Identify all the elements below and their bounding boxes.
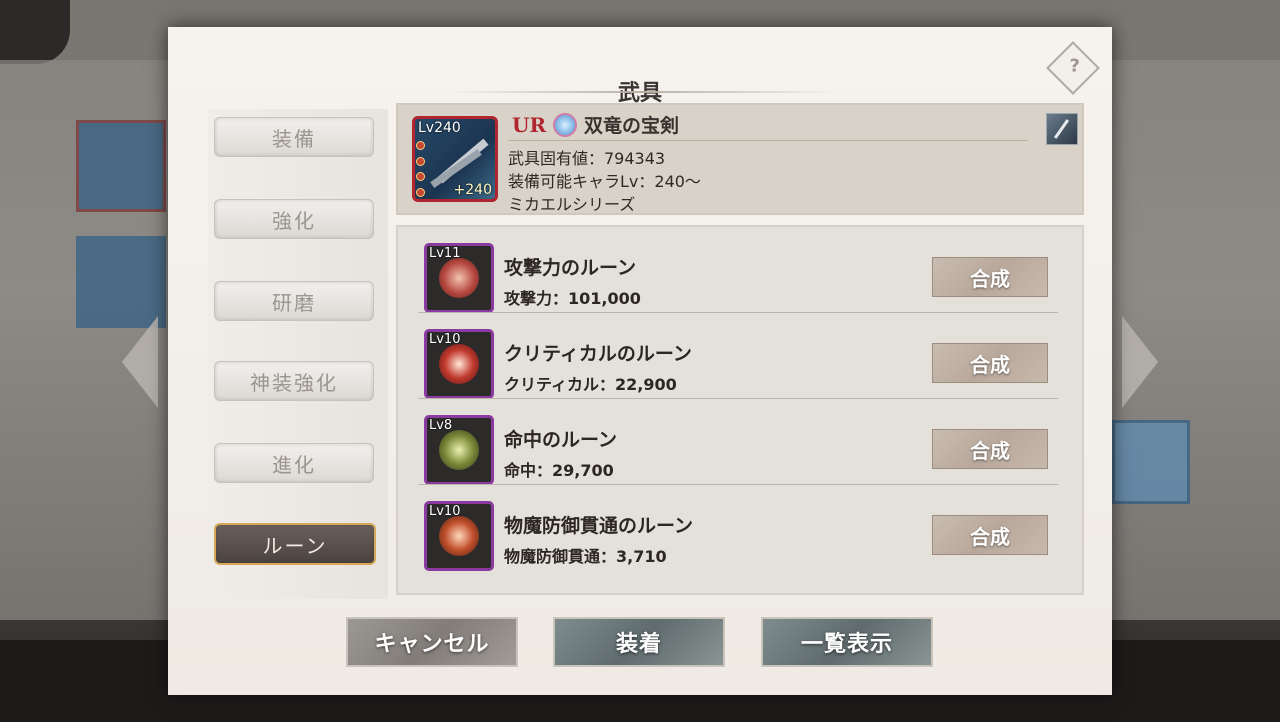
weapon-name: 双竜の宝剣 [584,115,680,137]
rune-accuracy-icon[interactable]: Lv8 [424,415,494,485]
rune-row: Lv10 クリティカルのルーン クリティカル：22,900 合成 [398,313,1082,399]
rune-level: Lv8 [429,418,453,433]
weapon-divider [508,140,1028,141]
weapon-equip-level: 装備可能キャラLv：240～ [508,172,701,191]
equip-button[interactable]: 装着 [553,617,725,667]
tab-divine-enhance[interactable]: 神装強化 [214,361,374,401]
title-divider [448,91,838,93]
element-orb-icon [553,113,577,137]
background-avatar [0,0,70,64]
gem-slots [416,141,425,197]
rune-name: 攻撃力のルーン [504,257,637,279]
weapon-plus: +240 [453,182,492,198]
weapon-level: Lv240 [418,120,461,136]
combine-button[interactable]: 合成 [932,515,1048,555]
combine-button[interactable]: 合成 [932,429,1048,469]
weapon-dialog: 武具 ? 装備 強化 研磨 神装強化 進化 ルーン Lv240 +240 UR … [168,27,1112,695]
combine-button[interactable]: 合成 [932,257,1048,297]
help-icon: ? [1069,55,1080,77]
rune-name: 命中のルーン [504,429,618,451]
weapon-unique-value: 武具固有値：794343 [508,149,666,168]
rune-stat: 命中：29,700 [504,461,614,480]
rune-level: Lv10 [429,332,461,347]
tab-polish[interactable]: 研磨 [214,281,374,321]
rune-stat: 物魔防御貫通：3,710 [504,547,667,566]
list-view-button[interactable]: 一覧表示 [761,617,933,667]
background-card [76,120,166,212]
sword-icon [1046,113,1078,145]
rune-name: クリティカルのルーン [504,343,692,365]
tab-rune[interactable]: ルーン [214,523,376,565]
rune-row: Lv8 命中のルーン 命中：29,700 合成 [398,399,1082,485]
rarity-badge: UR [512,113,547,137]
tab-enhance[interactable]: 強化 [214,199,374,239]
weapon-image[interactable]: Lv240 +240 [412,116,498,202]
tab-evolve[interactable]: 進化 [214,443,374,483]
weapon-info: Lv240 +240 UR 双竜の宝剣 武具固有値：794343 装備可能キャラ… [396,103,1084,215]
background-card [76,236,166,328]
tab-equip[interactable]: 装備 [214,117,374,157]
background-card [1112,420,1190,504]
rune-level: Lv11 [429,246,461,261]
rune-row: Lv11 攻撃力のルーン 攻撃力：101,000 合成 [398,227,1082,313]
rune-stat: 攻撃力：101,000 [504,289,641,308]
rune-critical-icon[interactable]: Lv10 [424,329,494,399]
rune-stat: クリティカル：22,900 [504,375,677,394]
weapon-series: ミカエルシリーズ [508,195,636,214]
combine-button[interactable]: 合成 [932,343,1048,383]
rune-list: Lv11 攻撃力のルーン 攻撃力：101,000 合成 Lv10 クリティカルの… [396,225,1084,595]
cancel-button[interactable]: キャンセル [346,617,518,667]
rune-attack-icon[interactable]: Lv11 [424,243,494,313]
rune-name: 物魔防御貫通のルーン [504,515,694,537]
rune-penetration-icon[interactable]: Lv10 [424,501,494,571]
rune-level: Lv10 [429,504,461,519]
tab-menu: 装備 強化 研磨 神装強化 進化 ルーン [208,109,388,599]
rune-row: Lv10 物魔防御貫通のルーン 物魔防御貫通：3,710 合成 [398,485,1082,571]
